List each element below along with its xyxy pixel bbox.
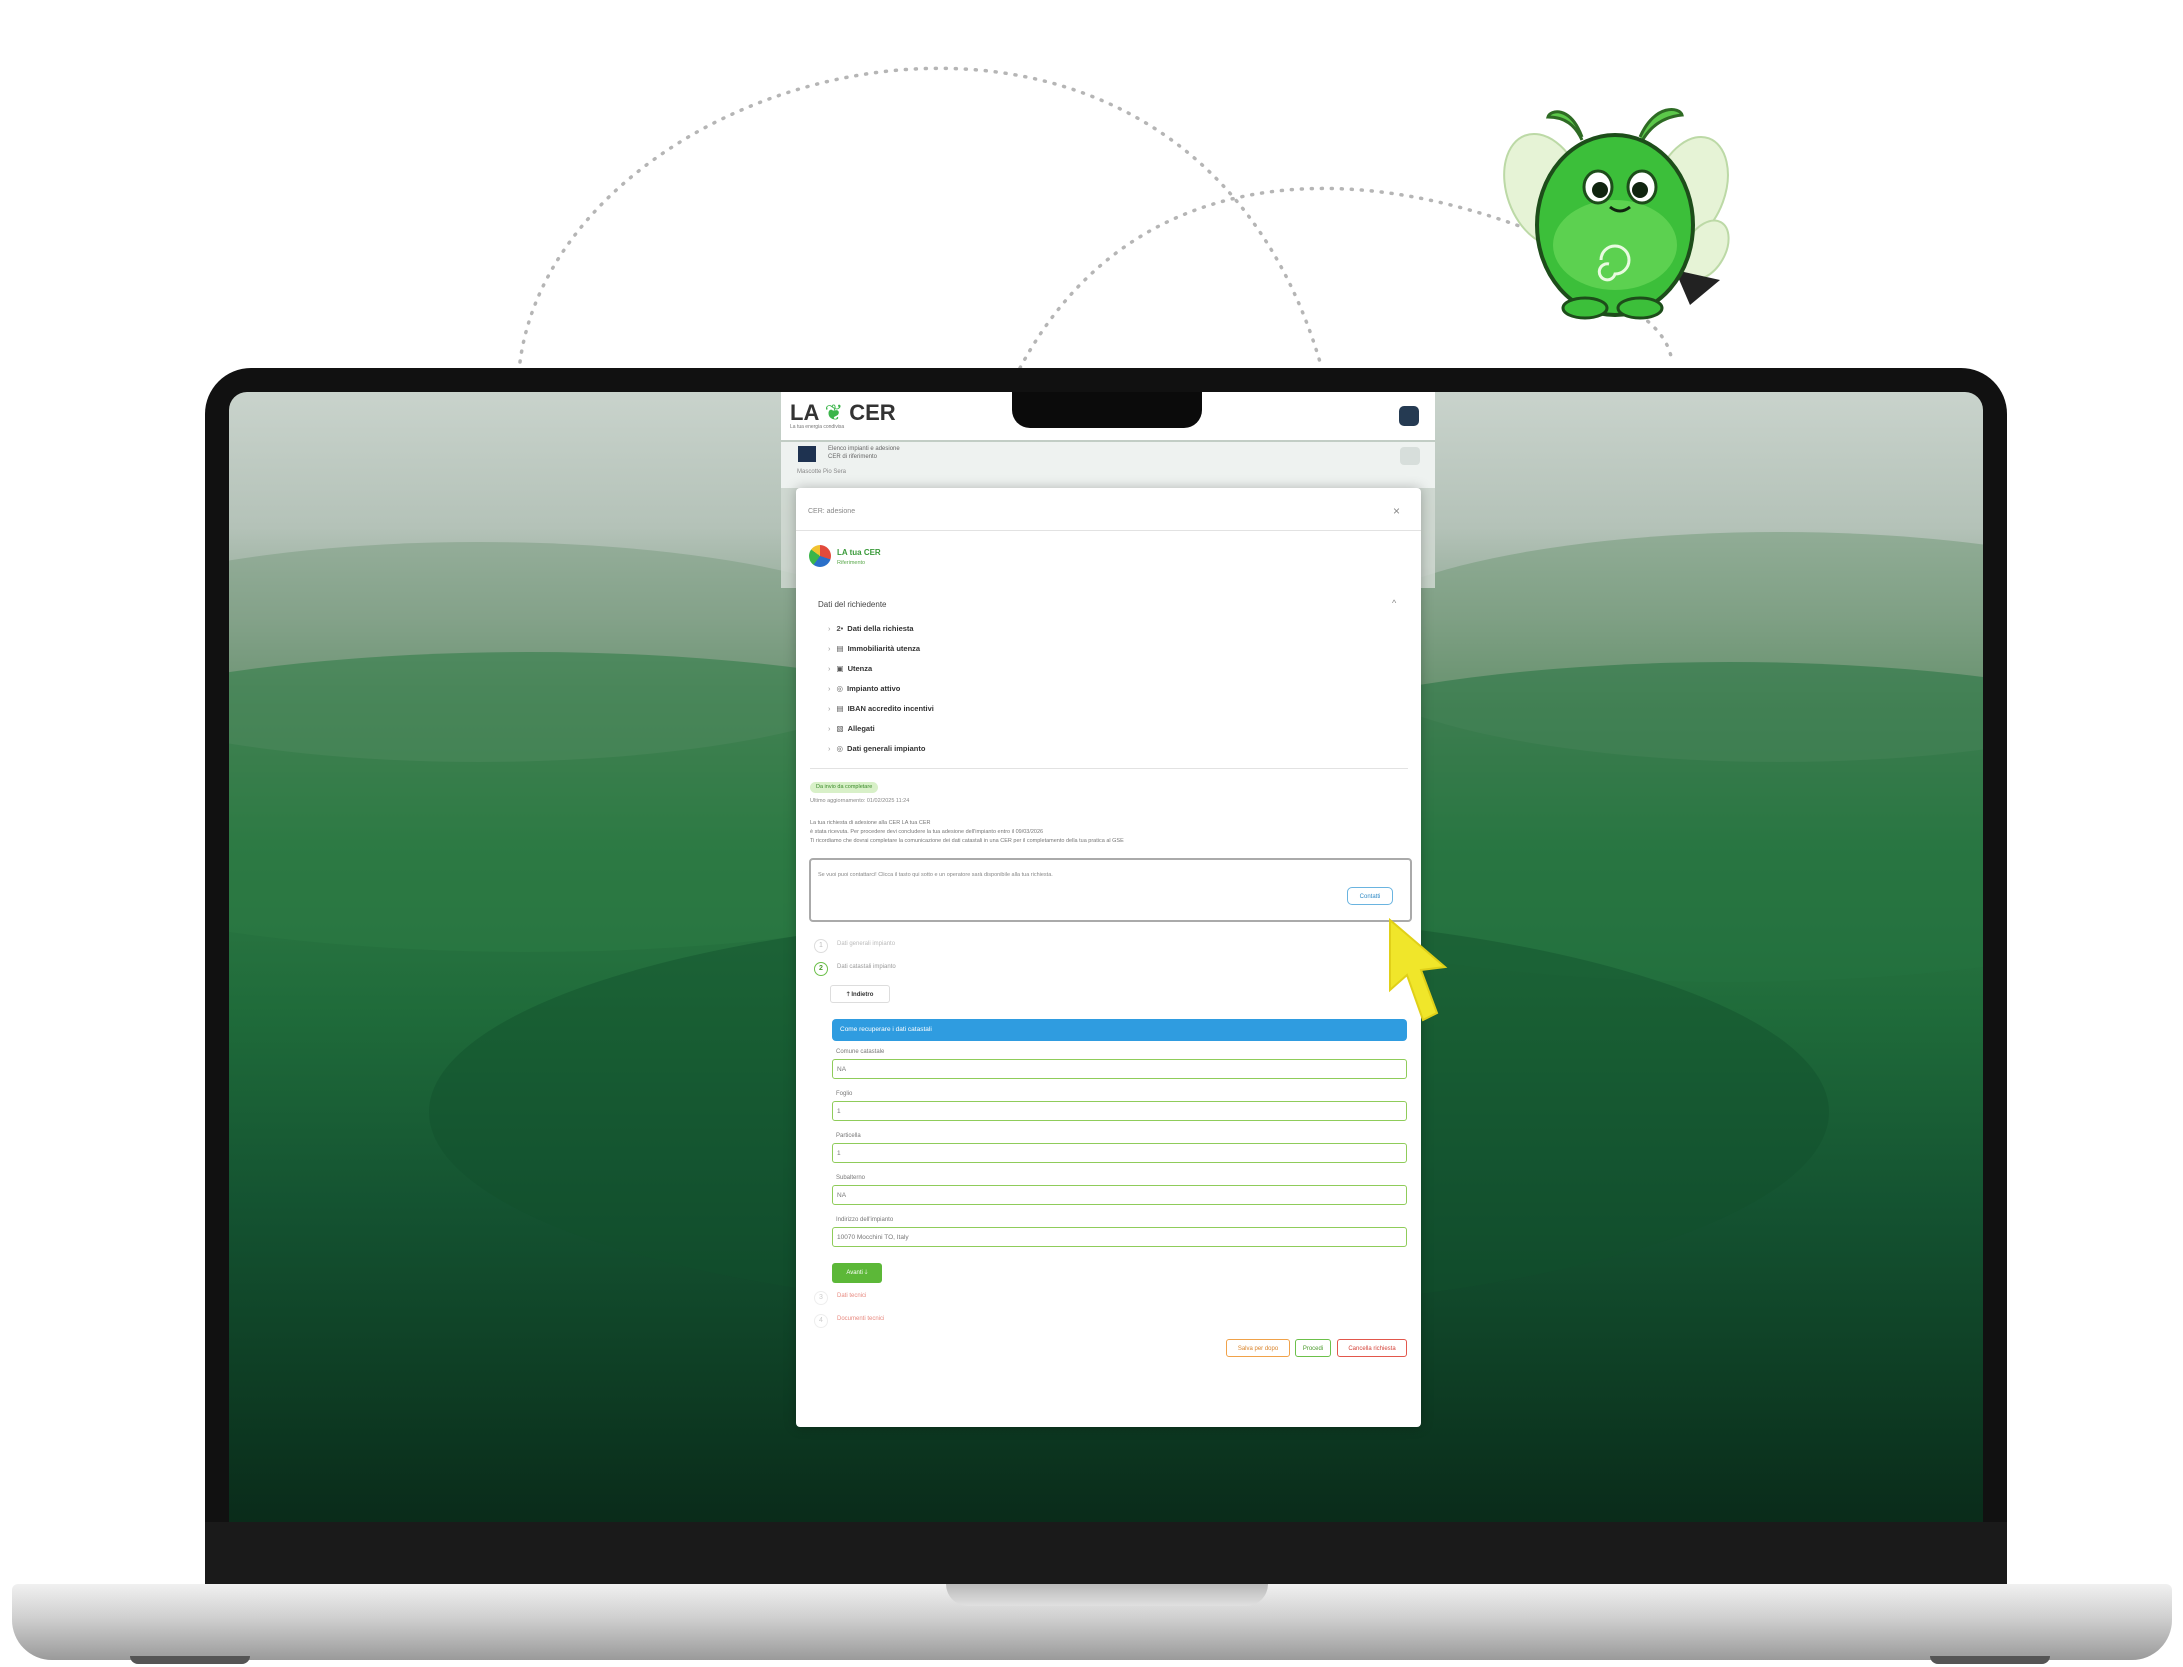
section-title: Dati del richiedente	[818, 600, 887, 609]
step-label[interactable]: Dati generali impianto	[837, 941, 895, 947]
accordion-label: IBAN accredito incentivi	[847, 704, 934, 713]
save-later-button[interactable]: Salva per dopo	[1226, 1339, 1290, 1357]
arrow-down-icon: 🡓	[862, 1270, 868, 1276]
accordion-item-active-plant[interactable]: › ◎ Impianto attivo	[828, 684, 900, 693]
step-number: 3	[814, 1291, 828, 1305]
particella-input[interactable]: 1	[832, 1143, 1407, 1163]
attachment-icon: ▧	[836, 724, 844, 733]
divider	[810, 768, 1408, 769]
person-icon: 2•	[836, 624, 844, 633]
camera-notch	[1012, 392, 1202, 428]
back-button[interactable]: 🡑 Indietro	[830, 985, 890, 1003]
menu-button[interactable]	[1399, 406, 1419, 426]
divider	[796, 530, 1421, 531]
step-number: 1	[814, 939, 828, 953]
plant-card-line1: Elenco impianti e adesione	[828, 446, 900, 452]
field-label: Comune catastale	[836, 1049, 885, 1055]
laptop-foot	[130, 1656, 250, 1664]
accordion-label: Allegati	[847, 724, 875, 733]
plant-card-line3: Mascotte Pio Sera	[797, 469, 847, 475]
mascot-icon	[1503, 108, 1730, 320]
cer-subtitle: Riferimento	[837, 560, 866, 566]
accordion-label: Dati della richiesta	[847, 624, 914, 633]
app-tagline: La tua energia condivisa	[790, 424, 845, 430]
logo-text: LA	[790, 400, 819, 425]
logo-suffix: CER	[849, 400, 896, 425]
plant-card-line2: CER di riferimento	[828, 454, 878, 460]
cadastral-info-banner[interactable]: Come recuperare i dati catastali	[832, 1019, 1407, 1041]
contact-note-box	[809, 858, 1412, 922]
accordion-label: Dati generali impianto	[847, 744, 926, 753]
accordion-item-property[interactable]: › ▤ Immobiliarità utenza	[828, 644, 920, 653]
contact-button[interactable]: Contatti	[1347, 887, 1393, 905]
plant-icon: ◎	[836, 684, 844, 693]
info-line-2: è stata ricevuta. Per procedere devi con…	[810, 829, 1044, 835]
accordion-item-general-data[interactable]: › ◎ Dati generali impianto	[828, 744, 925, 753]
step-number: 4	[814, 1314, 828, 1328]
collapse-chevron-icon[interactable]: ^	[1392, 598, 1396, 608]
mouse-cursor-icon	[1389, 917, 1448, 1022]
contact-note-text: Se vuoi puoi contattarci! Clicca il tast…	[818, 872, 1053, 878]
accordion-label: Utenza	[847, 664, 873, 673]
proceed-button[interactable]: Procedi	[1295, 1339, 1331, 1357]
last-update: Ultimo aggiornamento: 01/02/2025 11:24	[810, 798, 910, 804]
laptop-bottom-bezel	[205, 1522, 2007, 1584]
field-label: Particella	[836, 1133, 861, 1139]
info-line-1: La tua richiesta di adesione alla CER LA…	[810, 820, 931, 826]
comune-catastale-input[interactable]: NA	[832, 1059, 1407, 1079]
cancel-request-button[interactable]: Cancella richiesta	[1337, 1339, 1407, 1357]
address-input[interactable]: 10070 Mocchini TO, Italy	[832, 1227, 1407, 1247]
step-label[interactable]: Documenti tecnici	[837, 1316, 884, 1322]
decorative-dotted-arcs	[518, 66, 1674, 370]
laptop-opening-notch	[946, 1584, 1268, 1606]
field-label: Indirizzo dell'impianto	[836, 1217, 894, 1223]
accordion-item-utility[interactable]: › ▣ Utenza	[828, 664, 872, 673]
modal-close-button[interactable]: ×	[1393, 504, 1400, 518]
accordion-label: Impianto attivo	[847, 684, 901, 693]
utility-icon: ▣	[836, 664, 844, 673]
foglio-input[interactable]: 1	[832, 1101, 1407, 1121]
sprout-icon: ❦	[824, 400, 844, 425]
field-label: Foglio	[836, 1091, 853, 1097]
subalterno-input[interactable]: NA	[832, 1185, 1407, 1205]
app-logo[interactable]: LA ❦ CER	[790, 400, 896, 426]
bank-icon: ▤	[836, 704, 844, 713]
cer-logo-icon	[809, 545, 831, 567]
user-menu-button[interactable]	[1400, 447, 1420, 465]
accordion-item-attachments[interactable]: › ▧ Allegati	[828, 724, 875, 733]
status-badge: Da invio da completare	[810, 782, 879, 793]
plant-icon: ◎	[836, 744, 844, 753]
field-label: Subalterno	[836, 1175, 866, 1181]
factory-icon	[798, 446, 816, 462]
laptop-foot	[1930, 1656, 2050, 1664]
next-button[interactable]: Avanti 🡓	[832, 1263, 882, 1283]
accordion-item-iban[interactable]: › ▤ IBAN accredito incentivi	[828, 704, 934, 713]
step-label[interactable]: Dati tecnici	[837, 1293, 866, 1299]
accordion-label: Immobiliarità utenza	[847, 644, 921, 653]
step-number-active: 2	[814, 962, 828, 976]
building-icon: ▤	[836, 644, 844, 653]
step-label-active[interactable]: Dati catastali impianto	[837, 964, 896, 970]
modal-title: CER: adesione	[808, 508, 856, 515]
info-line-3: Ti ricordiamo che dovrai completare la c…	[810, 838, 1124, 844]
cer-name: LA tua CER	[837, 548, 881, 557]
accordion-item-request[interactable]: › 2• Dati della richiesta	[828, 624, 914, 633]
